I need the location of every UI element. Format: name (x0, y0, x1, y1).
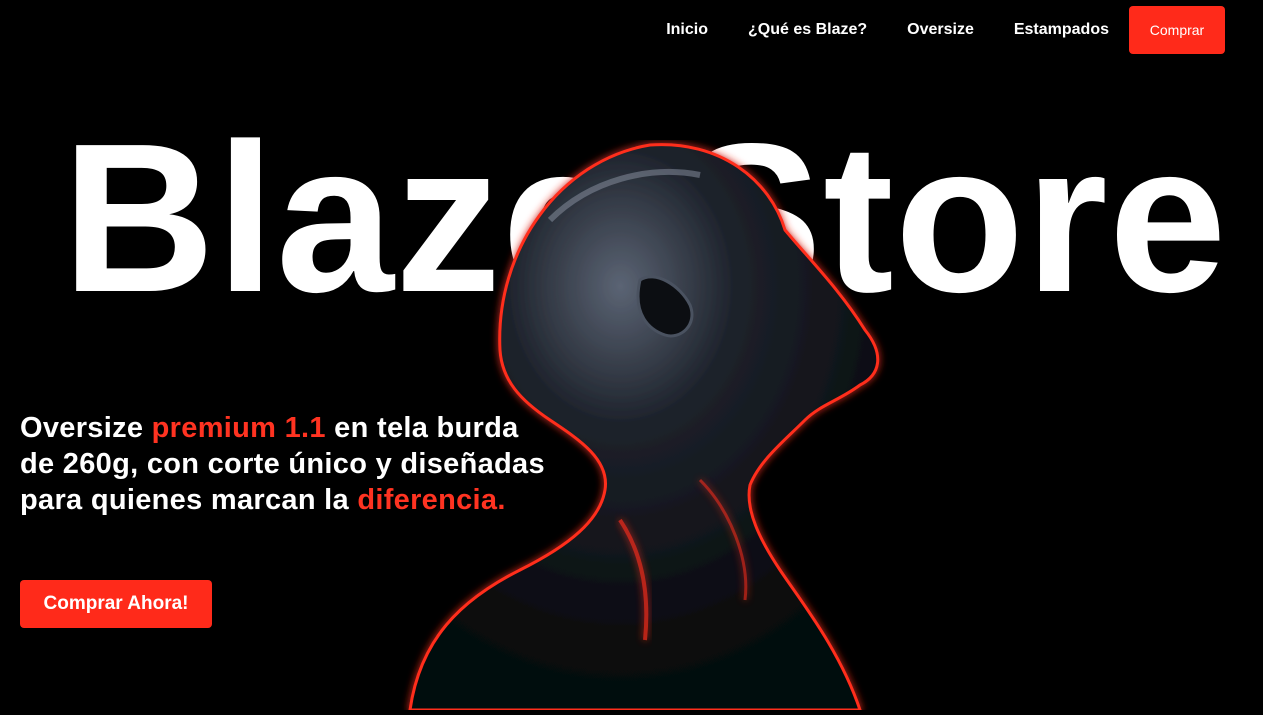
hero-tagline: Oversize premium 1.1 en tela burda de 26… (20, 410, 560, 518)
top-nav: Inicio ¿Qué es Blaze? Oversize Estampado… (0, 0, 1263, 60)
nav-item-inicio[interactable]: Inicio (666, 21, 708, 39)
tagline-highlight-premium: premium 1.1 (151, 412, 326, 444)
nav-item-que-es-blaze[interactable]: ¿Qué es Blaze? (748, 21, 867, 39)
buy-now-button[interactable]: Comprar Ahora! (20, 580, 212, 628)
nav-buy-button[interactable]: Comprar (1129, 6, 1225, 54)
tagline-text-1: Oversize (20, 412, 152, 444)
nav-item-oversize[interactable]: Oversize (907, 21, 974, 39)
tagline-highlight-diferencia: diferencia. (357, 484, 506, 516)
nav-item-estampados[interactable]: Estampados (1014, 21, 1109, 39)
